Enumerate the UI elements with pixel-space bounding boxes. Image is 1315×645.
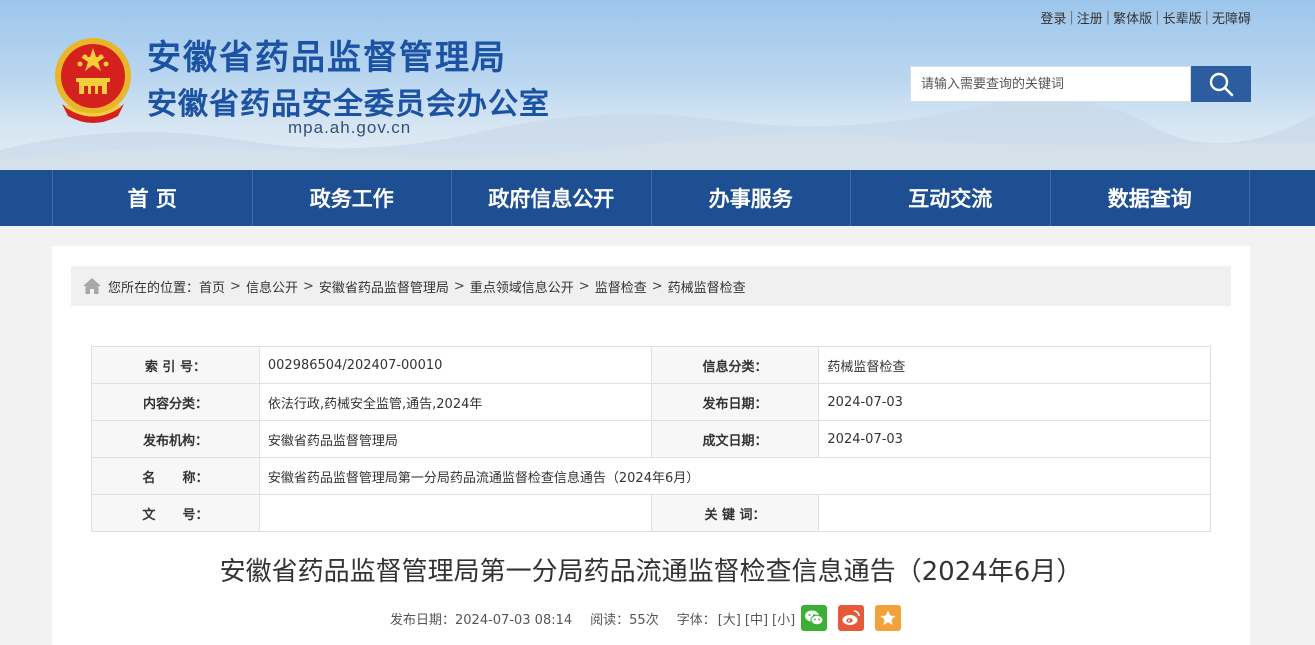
weibo-icon [842,610,860,625]
breadcrumb-separator: > [651,278,663,294]
login-link[interactable]: 登录 [1040,8,1066,27]
document-metadata-table: 索 引 号： 002986504/202407-00010 信息分类： 药械监督… [91,346,1212,532]
breadcrumb-item-key-areas[interactable]: 重点领域信息公开 [470,277,574,296]
search-input[interactable] [911,67,1190,101]
share-weibo-button[interactable] [838,605,865,631]
breadcrumb-item-drug-device-inspection[interactable]: 药械监督检查 [668,277,746,296]
share-favorite-button[interactable] [875,605,902,631]
national-emblem-logo [55,38,131,123]
nav-info-disclosure[interactable]: 政府信息公开 [451,170,651,226]
breadcrumb-item-bureau[interactable]: 安徽省药品监督管理局 [319,277,449,296]
font-size-label: 字体： [676,612,716,628]
table-row: 内容分类： 依法行政,药械安全监管,通告,2024年 发布日期： 2024-07… [91,383,1211,421]
table-row: 文 号： 关 键 词： [91,494,1211,532]
article-meta: 发布日期：2024-07-03 08:14 阅读：55次 字体： [大] [中]… [390,604,902,632]
site-subtitle: 安徽省药品安全委员会办公室 [147,87,550,122]
table-row: 索 引 号： 002986504/202407-00010 信息分类： 药械监督… [91,346,1211,384]
index-number-label: 索 引 号： [91,346,260,384]
info-category-label: 信息分类： [650,346,820,384]
search-box [910,66,1191,102]
breadcrumb-separator: > [453,278,465,294]
article-publish-date: 发布日期：2024-07-03 08:14 [390,612,573,628]
publish-date-label: 发布日期： [650,383,820,421]
font-size-small-button[interactable]: [小] [772,609,795,628]
breadcrumb-separator: > [230,278,241,294]
table-row: 发布机构： 安徽省药品监督管理局 成文日期： 2024-07-03 [91,420,1211,458]
keywords-label: 关 键 词： [650,494,820,532]
breadcrumb-item-supervision[interactable]: 监督检查 [595,277,647,296]
breadcrumb-prefix: 您所在的位置： [108,280,200,296]
created-date-value: 2024-07-03 [818,420,1211,458]
breadcrumb-item-home[interactable]: 首页 [199,277,225,296]
nav-interaction[interactable]: 互动交流 [850,170,1050,226]
publishing-org-value: 安徽省药品监督管理局 [258,420,652,458]
site-header: 登录 | 注册 | 繁体版 | 长辈版 | 无障碍 安徽省药品监督管理局 安徽省药品安全… [0,0,1315,170]
search-button[interactable] [1191,66,1251,102]
publishing-org-label: 发布机构： [91,420,260,458]
breadcrumb: 您所在的位置： 首页 > 信息公开 > 安徽省药品监督管理局 > 重点领域信息公… [71,266,1231,306]
share-wechat-button[interactable] [801,605,828,631]
document-number-value [258,494,652,532]
article-title: 安徽省药品监督管理局第一分局药品流通监督检查信息通告（2024年6月） [219,557,1083,587]
article-read-count: 阅读：55次 [590,612,659,628]
content-category-label: 内容分类： [91,383,260,421]
info-category-value: 药械监督检查 [818,346,1211,384]
document-name-label: 名 称： [91,457,260,495]
top-links: 登录 | 注册 | 繁体版 | 长辈版 | 无障碍 [1040,8,1251,27]
breadcrumb-separator: > [302,278,314,294]
table-row: 名 称： 安徽省药品监督管理局第一分局药品流通监督检查信息通告（2024年6月） [91,457,1212,495]
star-icon [880,610,896,625]
document-name-value: 安徽省药品监督管理局第一分局药品流通监督检查信息通告（2024年6月） [258,457,1212,495]
content-card: 您所在的位置： 首页 > 信息公开 > 安徽省药品监督管理局 > 重点领域信息公… [52,246,1250,645]
register-link[interactable]: 注册 [1077,8,1103,27]
nav-home[interactable]: 首 页 [52,170,252,226]
site-title: 安徽省药品监督管理局 [147,38,507,78]
search-icon [1209,72,1234,97]
font-size-large-button[interactable]: [大] [718,609,741,628]
document-number-label: 文 号： [91,494,260,532]
nav-government-affairs[interactable]: 政务工作 [251,170,452,226]
home-icon [83,278,101,294]
accessibility-link[interactable]: 无障碍 [1212,8,1251,27]
publish-date-value: 2024-07-03 [818,383,1211,421]
nav-data-query[interactable]: 数据查询 [1049,170,1250,226]
main-nav: 首 页 政务工作 政府信息公开 办事服务 互动交流 数据查询 [0,170,1315,226]
elder-mode-link[interactable]: 长辈版 [1163,8,1202,27]
font-size-medium-button[interactable]: [中] [745,609,768,628]
breadcrumb-item-info-disclosure[interactable]: 信息公开 [246,277,298,296]
index-number-value: 002986504/202407-00010 [258,346,652,384]
content-category-value: 依法行政,药械安全监管,通告,2024年 [258,383,652,421]
breadcrumb-separator: > [578,278,590,294]
created-date-label: 成文日期： [650,420,820,458]
site-domain: mpa.ah.gov.cn [288,118,412,137]
nav-services[interactable]: 办事服务 [650,170,851,226]
keywords-value [818,494,1211,532]
wechat-icon [805,610,824,626]
traditional-chinese-link[interactable]: 繁体版 [1113,8,1152,27]
